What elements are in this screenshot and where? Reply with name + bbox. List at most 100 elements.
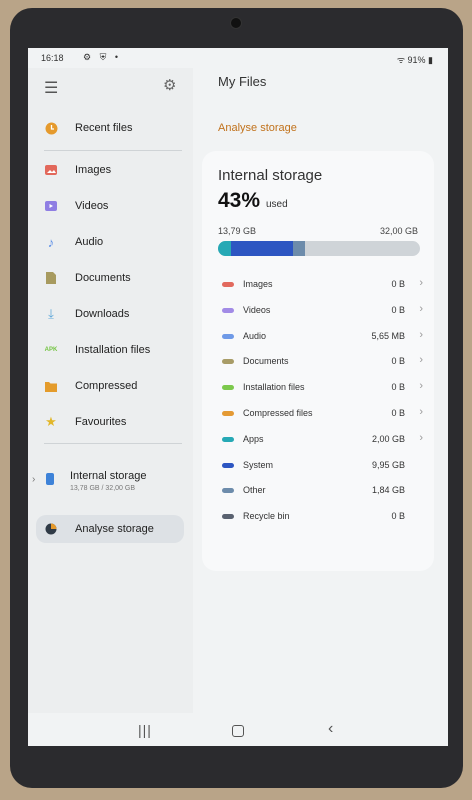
category-color-dot — [222, 411, 234, 416]
sidebar-item-videos[interactable]: Videos — [36, 191, 184, 221]
recents-button[interactable]: ||| — [138, 722, 152, 738]
category-size: 0 B — [391, 356, 405, 367]
category-name: Documents — [243, 356, 289, 367]
sidebar-item-analyse-storage[interactable]: Analyse storage — [36, 515, 184, 543]
sidebar-item-label: Installation files — [75, 344, 151, 356]
category-row: Recycle bin 0 B — [218, 509, 426, 525]
storage-usage: 13,78 GB / 32,00 GB — [70, 485, 135, 492]
sidebar-item-label: Compressed — [75, 380, 138, 392]
usage-bar-segment — [293, 241, 305, 256]
status-time: 16:18 — [41, 53, 64, 63]
divider — [44, 150, 182, 151]
category-name: Installation files — [243, 382, 305, 393]
category-size: 5,65 MB — [371, 330, 405, 341]
category-color-dot — [222, 488, 234, 494]
folder-icon — [44, 379, 58, 393]
category-name: Compressed files — [243, 408, 313, 418]
star-icon: ★ — [45, 414, 57, 429]
back-button[interactable]: ‹ — [328, 720, 333, 738]
chevron-right-icon[interactable]: › — [419, 380, 423, 392]
category-row[interactable]: Audio 5,65 MB › — [218, 329, 426, 345]
category-size: 9,95 GB — [371, 459, 405, 470]
sidebar-item-internal-storage[interactable]: › Internal storage 13,78 GB / 32,00 GB — [28, 468, 188, 504]
chevron-right-icon[interactable]: › — [419, 277, 423, 289]
category-size: 0 B — [391, 382, 405, 393]
phone-storage-icon — [46, 473, 54, 485]
chevron-right-icon[interactable]: › — [419, 329, 423, 341]
category-color-dot — [222, 385, 234, 391]
category-color-dot — [222, 333, 234, 339]
sidebar: ☰ ⚙ Recent files Images Videos ♪ Audio D… — [28, 68, 193, 713]
category-size: 1,84 GB — [371, 485, 405, 496]
chevron-right-icon[interactable]: › — [32, 474, 35, 485]
front-camera — [230, 17, 242, 29]
sidebar-item-label: Images — [75, 164, 112, 176]
analyse-storage-icon — [44, 522, 58, 536]
download-icon: ⤓ — [48, 306, 54, 321]
sidebar-item-favourites[interactable]: ★ Favourites — [36, 407, 184, 437]
category-name: Apps — [243, 433, 264, 444]
category-size: 0 B — [391, 279, 405, 289]
chevron-right-icon[interactable]: › — [419, 406, 423, 418]
category-row[interactable]: Apps 2,00 GB › — [218, 432, 426, 448]
chevron-right-icon[interactable]: › — [419, 432, 423, 444]
navigation-bar: ||| ‹ — [28, 716, 448, 746]
category-row: System 9,95 GB — [218, 458, 426, 474]
category-name: Audio — [243, 330, 267, 341]
chevron-right-icon[interactable]: › — [419, 303, 423, 315]
sidebar-item-label: Analyse storage — [75, 523, 154, 535]
usage-bar-segment — [230, 241, 294, 256]
document-icon — [44, 271, 58, 285]
category-name: Recycle bin — [243, 511, 290, 522]
divider — [44, 443, 182, 444]
category-color-dot — [222, 436, 234, 442]
category-color-dot — [222, 462, 234, 468]
sidebar-item-label: Downloads — [75, 308, 130, 320]
category-size: 0 B — [391, 304, 405, 315]
sidebar-item-images[interactable]: Images — [36, 155, 184, 185]
category-row[interactable]: Compressed files 0 B › — [218, 406, 426, 422]
category-row[interactable]: Documents 0 B › — [218, 354, 426, 370]
sidebar-item-label: Audio — [75, 236, 104, 248]
battery-text: 91% — [407, 55, 426, 65]
category-name: Other — [243, 485, 266, 496]
category-color-dot — [222, 514, 234, 520]
chevron-right-icon[interactable]: › — [419, 354, 423, 366]
category-row[interactable]: Installation files 0 B › — [218, 380, 426, 396]
settings-gear-icon[interactable]: ⚙ — [163, 76, 176, 94]
sidebar-item-label: Favourites — [75, 416, 127, 428]
page-title: My Files — [218, 74, 267, 89]
usage-bar-segment — [218, 241, 231, 256]
status-icons: ⚙ ⛨ • — [83, 52, 121, 62]
sidebar-item-audio[interactable]: ♪ Audio — [36, 227, 184, 257]
screen: 16:18 ⚙ ⛨ • ᯤ 91% ▮ ☰ ⚙ Recent files Ima… — [28, 48, 448, 746]
home-button[interactable] — [232, 725, 244, 737]
sidebar-item-recent-files[interactable]: Recent files — [36, 113, 184, 143]
sidebar-item-compressed[interactable]: Compressed — [36, 371, 184, 401]
category-row[interactable]: Videos 0 B › — [218, 303, 426, 319]
sidebar-item-documents[interactable]: Documents — [36, 263, 184, 293]
battery-icon: ▮ — [425, 55, 433, 65]
image-icon — [44, 163, 58, 177]
category-color-dot — [222, 359, 234, 365]
sidebar-item-downloads[interactable]: ⤓ Downloads — [36, 299, 184, 329]
storage-card: Internal storage 43% used 13,79 GB 32,00… — [202, 151, 434, 571]
used-label: used — [266, 199, 288, 210]
apk-icon: APK — [44, 347, 58, 353]
clock-icon — [44, 121, 58, 135]
status-bar: 16:18 ⚙ ⛨ • ᯤ 91% ▮ — [28, 48, 448, 68]
used-percent: 43% — [218, 189, 261, 212]
wifi-icon: ᯤ — [396, 55, 408, 65]
sidebar-item-label: Recent files — [75, 122, 133, 134]
category-row[interactable]: Images 0 B › — [218, 277, 426, 293]
total-amount: 32,00 GB — [379, 226, 418, 236]
storage-name: Internal storage — [70, 470, 147, 482]
category-color-dot — [222, 282, 234, 287]
category-size: 0 B — [391, 408, 405, 418]
category-name: Images — [243, 279, 273, 289]
music-icon: ♪ — [47, 234, 55, 250]
category-row: Other 1,84 GB — [218, 483, 426, 499]
analyse-storage-link[interactable]: Analyse storage — [218, 122, 297, 134]
sidebar-item-installation-files[interactable]: APK Installation files — [36, 335, 184, 365]
hamburger-menu-icon[interactable]: ☰ — [44, 78, 58, 98]
